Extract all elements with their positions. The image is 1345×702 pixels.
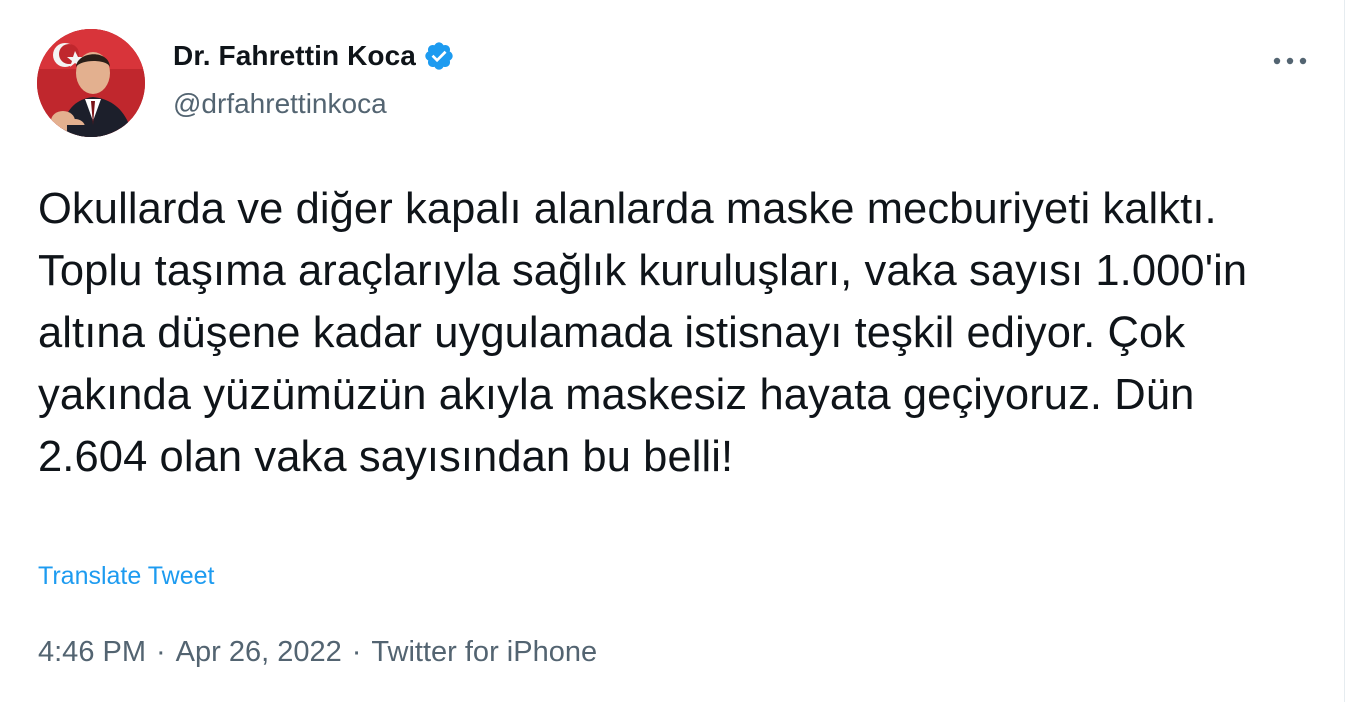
author-handle[interactable]: @drfahrettinkoca — [173, 88, 387, 120]
tweet-card: Dr. Fahrettin Koca @drfahrettinkoca Okul… — [0, 0, 1345, 702]
separator-dot: · — [351, 636, 362, 668]
tweet-source[interactable]: Twitter for iPhone — [371, 636, 597, 669]
separator-dot: · — [156, 636, 166, 668]
tweet-time[interactable]: 4:46 PM — [38, 636, 146, 669]
more-options-button[interactable] — [1268, 43, 1312, 79]
author-name-row: Dr. Fahrettin Koca — [173, 40, 455, 72]
profile-photo — [37, 29, 145, 137]
author-display-name[interactable]: Dr. Fahrettin Koca — [173, 40, 416, 72]
more-horizontal-icon — [1273, 57, 1307, 65]
translate-tweet-link[interactable]: Translate Tweet — [38, 562, 214, 591]
tweet-text: Okullarda ve diğer kapalı alanlarda mask… — [38, 185, 1248, 481]
tweet-metadata: 4:46 PM · Apr 26, 2022 · Twitter for iPh… — [38, 636, 597, 669]
tweet-date[interactable]: Apr 26, 2022 — [176, 636, 342, 669]
author-avatar[interactable] — [37, 29, 145, 137]
verified-badge-icon[interactable] — [423, 40, 455, 72]
